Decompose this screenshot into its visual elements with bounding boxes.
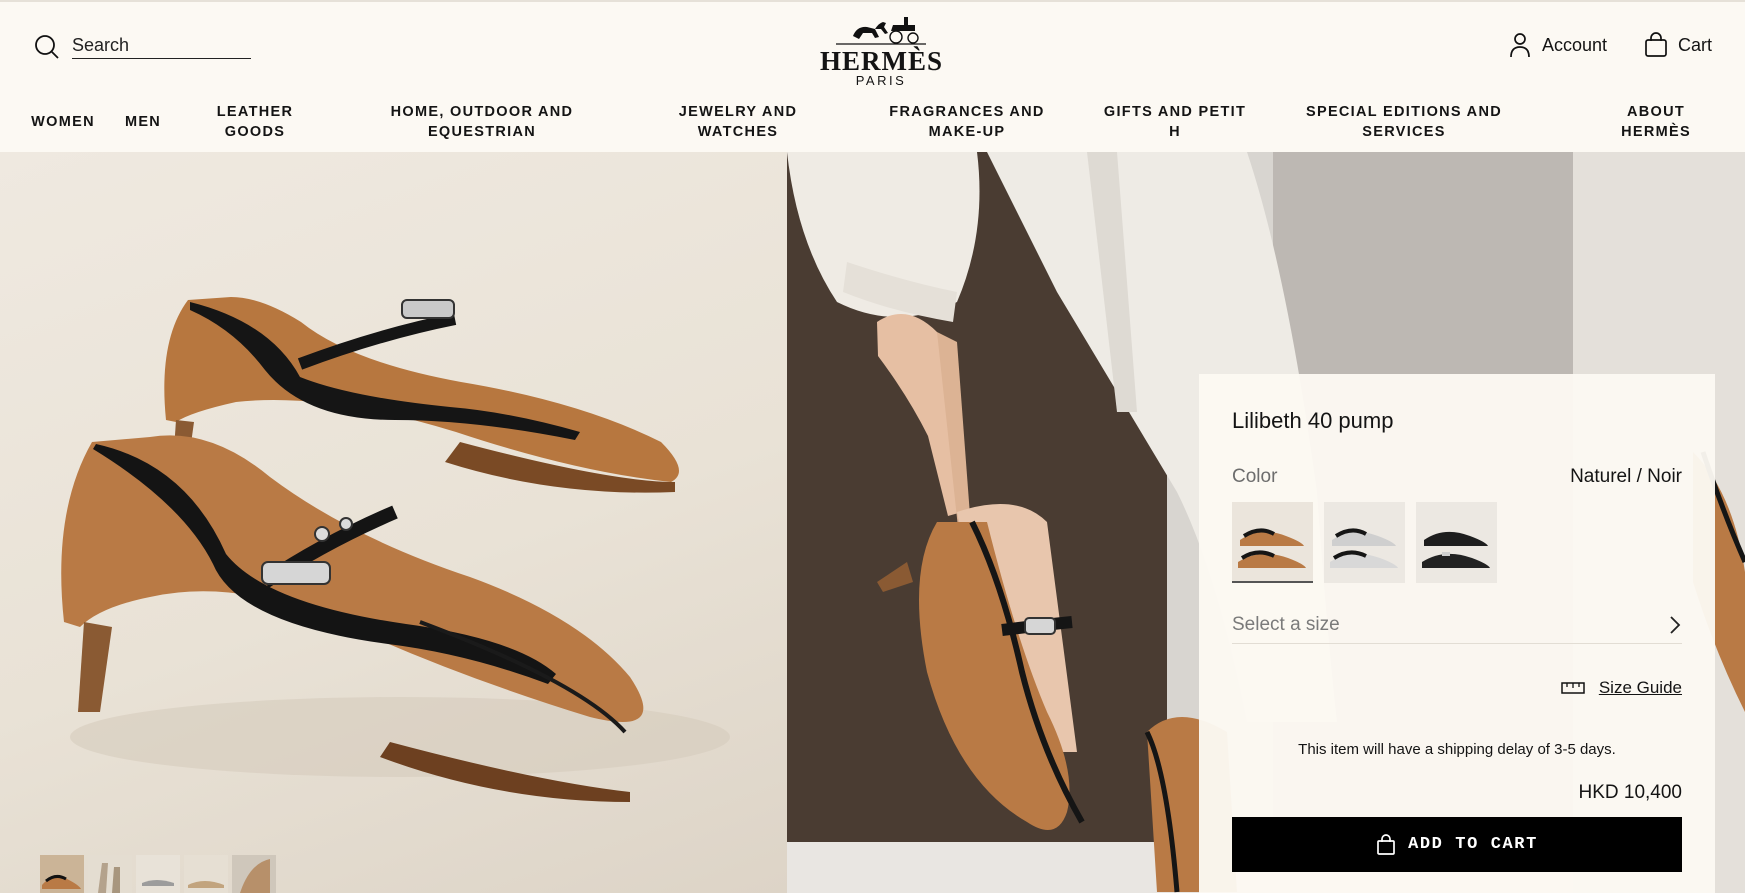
color-swatch-list	[1232, 502, 1497, 583]
brand-city: PARIS	[855, 73, 907, 88]
swatch-naturel-noir[interactable]	[1232, 502, 1313, 583]
account-link[interactable]: Account	[1508, 32, 1607, 58]
cart-link[interactable]: Cart	[1644, 32, 1712, 58]
nav-jewelry-watches[interactable]: JEWELRY AND WATCHES	[673, 102, 803, 142]
color-label: Color	[1232, 466, 1278, 487]
search-input[interactable]: Search	[72, 35, 251, 59]
nav-men[interactable]: MEN	[125, 112, 161, 132]
thumbnail-1[interactable]	[40, 855, 84, 893]
shoes-pair-illustration	[61, 297, 730, 802]
nav-fragrances[interactable]: FRAGRANCES AND MAKE-UP	[862, 102, 1072, 142]
size-guide-link[interactable]: Size Guide	[1561, 678, 1682, 698]
main-navigation: WOMEN MEN LEATHER GOODS HOME, OUTDOOR AN…	[0, 102, 1745, 146]
nav-gifts-petit-h[interactable]: GIFTS AND PETIT H	[1103, 102, 1248, 142]
size-guide-label[interactable]: Size Guide	[1599, 678, 1682, 698]
chevron-right-icon	[1670, 615, 1681, 634]
product-details-panel: Lilibeth 40 pump Color Naturel / Noir Se…	[1199, 374, 1715, 893]
ruler-icon	[1561, 682, 1585, 694]
horse-carriage-icon	[836, 17, 926, 45]
nav-women[interactable]: WOMEN	[31, 112, 95, 132]
account-label: Account	[1542, 34, 1608, 55]
shopping-bag-icon	[1645, 32, 1667, 57]
add-to-cart-label: ADD TO CART	[1408, 835, 1538, 854]
search-icon	[35, 35, 59, 59]
user-icon	[1510, 33, 1530, 58]
thumbnail-5[interactable]	[232, 855, 276, 893]
site-header: Search HERMÈS PARIS Account Cart WOMEN M…	[0, 0, 1745, 152]
size-selector-label: Select a size	[1232, 613, 1340, 635]
search-bar[interactable]: Search	[34, 34, 251, 60]
thumbnail-3[interactable]	[136, 855, 180, 893]
thumbnail-4[interactable]	[184, 855, 228, 893]
brand-logo[interactable]: HERMÈS PARIS	[820, 14, 942, 88]
selected-color-value: Naturel / Noir	[1570, 466, 1682, 487]
swatch-silver-noir[interactable]	[1324, 502, 1405, 583]
product-title: Lilibeth 40 pump	[1232, 408, 1394, 433]
product-image-main[interactable]	[0, 152, 787, 893]
brand-wordmark: HERMÈS	[820, 46, 944, 76]
image-thumbnail-strip	[40, 855, 276, 893]
shopping-bag-icon	[1377, 833, 1395, 855]
nav-about[interactable]: ABOUT HERMÈS	[1611, 102, 1701, 142]
swatch-noir[interactable]	[1416, 502, 1497, 583]
product-price: HKD 10,400	[1578, 782, 1682, 803]
nav-leather-goods[interactable]: LEATHER GOODS	[200, 102, 310, 142]
size-selector[interactable]: Select a size	[1232, 606, 1682, 644]
shipping-notice: This item will have a shipping delay of …	[1298, 741, 1616, 758]
nav-special-editions[interactable]: SPECIAL EDITIONS AND SERVICES	[1304, 102, 1504, 142]
cart-label: Cart	[1678, 34, 1713, 55]
nav-home-outdoor[interactable]: HOME, OUTDOOR AND EQUESTRIAN	[387, 102, 577, 142]
thumbnail-2[interactable]	[88, 855, 132, 893]
add-to-cart-button[interactable]: ADD TO CART	[1232, 817, 1682, 872]
